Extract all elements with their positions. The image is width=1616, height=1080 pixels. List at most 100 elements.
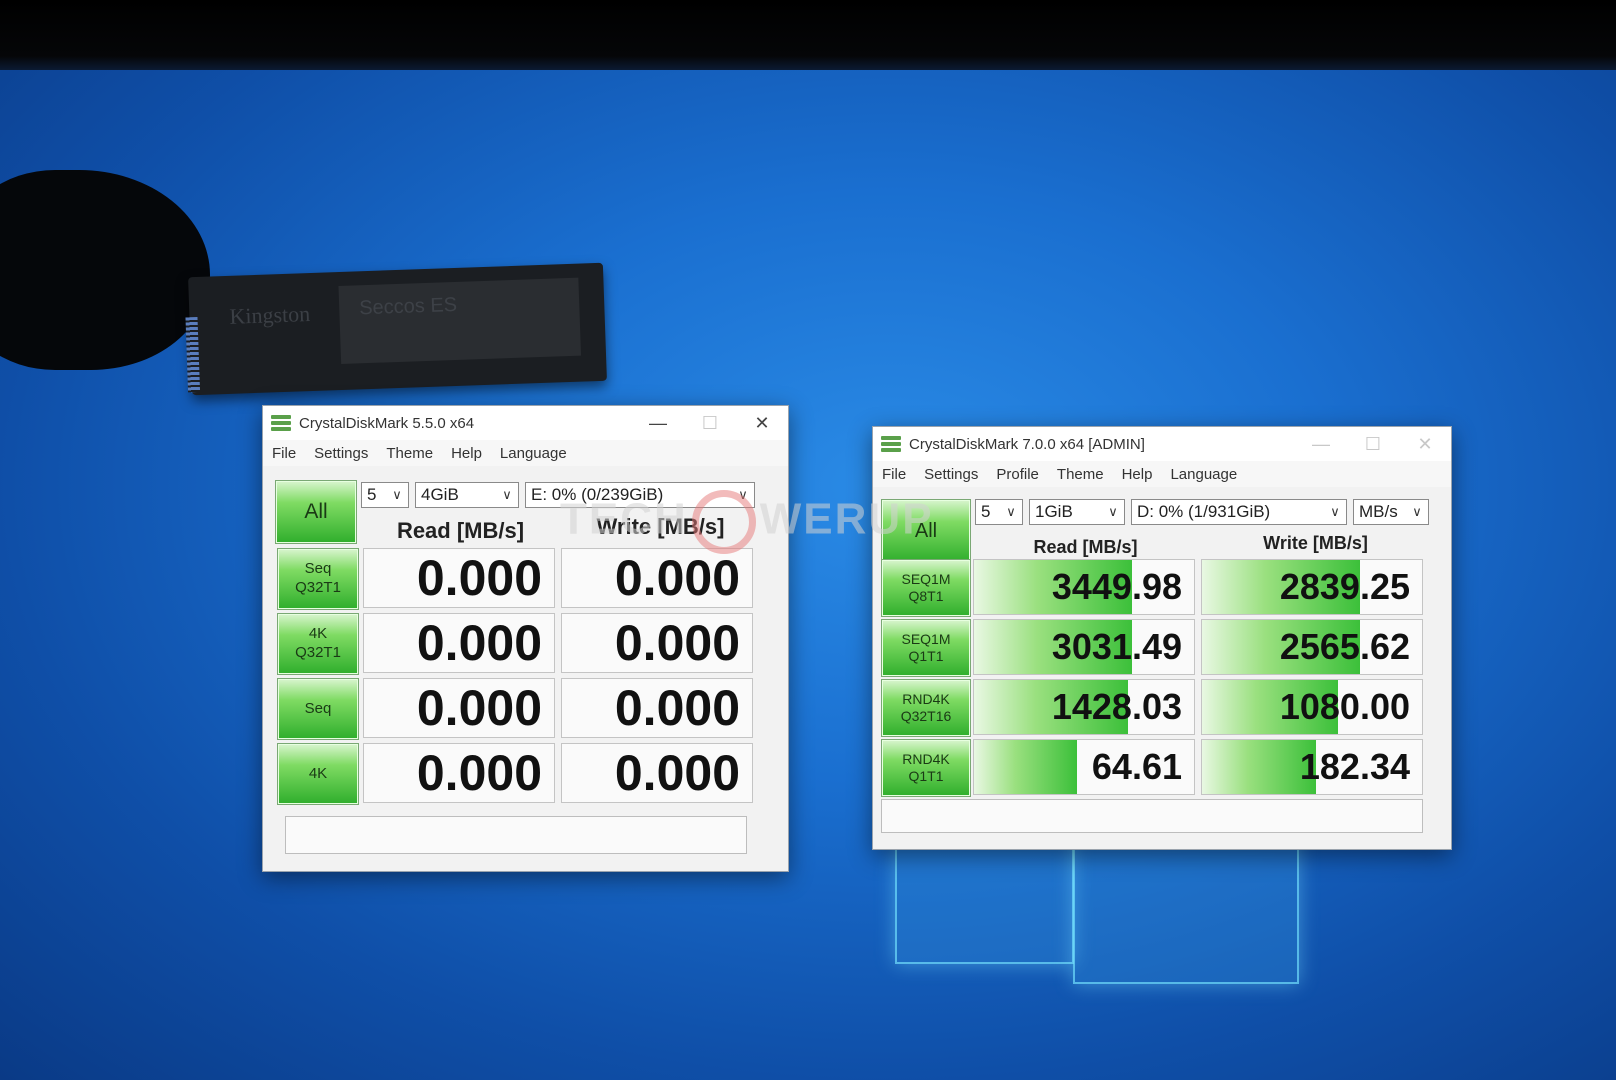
menu-help[interactable]: Help [1113, 466, 1162, 483]
write-value: 0.000 [614, 550, 740, 606]
write-value: 2565.62 [1279, 626, 1410, 667]
title-bar[interactable]: CrystalDiskMark 7.0.0 x64 [ADMIN] — ☐ ✕ [873, 427, 1451, 461]
test-count-select[interactable]: 5 ∨ [361, 482, 409, 508]
chevron-down-icon: ∨ [738, 487, 748, 502]
write-result-cell: 182.34 [1201, 739, 1423, 795]
write-result-cell: 1080.00 [1201, 679, 1423, 735]
test-count-select[interactable]: 5 ∨ [975, 499, 1023, 525]
test-button-0[interactable]: Seq Q32T1 [277, 548, 359, 610]
unit-select[interactable]: MB/s ∨ [1353, 499, 1429, 525]
read-result-cell: 64.61 [973, 739, 1195, 795]
test-sublabel: Q8T1 [908, 588, 944, 604]
app-icon [881, 436, 901, 452]
menu-language[interactable]: Language [491, 445, 576, 462]
monitor-bezel [0, 0, 1616, 70]
all-button[interactable]: All [275, 480, 357, 544]
test-label: RND4K [902, 750, 950, 767]
test-button-1[interactable]: SEQ1M Q1T1 [881, 619, 971, 677]
menu-bar: File Settings Profile Theme Help Languag… [873, 461, 1451, 487]
crystaldiskmark-7-window: CrystalDiskMark 7.0.0 x64 [ADMIN] — ☐ ✕ … [872, 426, 1452, 850]
chevron-down-icon: ∨ [1412, 504, 1422, 519]
write-result-cell: 0.000 [561, 743, 753, 803]
test-label: Seq [304, 560, 332, 578]
write-value: 0.000 [614, 745, 740, 801]
title-bar[interactable]: CrystalDiskMark 5.5.0 x64 — ☐ ✕ [263, 406, 788, 440]
ssd-photo: Kingston Seccos ES [185, 262, 607, 396]
crystaldiskmark-5-window: CrystalDiskMark 5.5.0 x64 — ☐ ✕ File Set… [262, 405, 789, 872]
write-value: 2839.25 [1279, 566, 1410, 607]
close-icon[interactable]: ✕ [736, 406, 788, 440]
test-sublabel: Q32T1 [295, 579, 341, 596]
test-sublabel: Q32T16 [900, 708, 952, 724]
window-title: CrystalDiskMark 7.0.0 x64 [ADMIN] [909, 435, 1145, 453]
write-value: 0.000 [614, 615, 740, 671]
write-header: Write [MB/s] [1263, 533, 1368, 553]
read-header: Read [MB/s] [1033, 537, 1138, 557]
read-result-cell: 3031.49 [973, 619, 1195, 675]
chevron-down-icon: ∨ [1330, 504, 1340, 519]
read-result-cell: 0.000 [363, 613, 555, 673]
test-label: SEQ1M [901, 570, 951, 587]
test-button-0[interactable]: SEQ1M Q8T1 [881, 559, 971, 617]
menu-profile[interactable]: Profile [987, 466, 1048, 483]
test-button-2[interactable]: Seq [277, 678, 359, 740]
minimize-icon[interactable]: — [1295, 427, 1347, 461]
read-result-cell: 3449.98 [973, 559, 1195, 615]
write-result-cell: 0.000 [561, 613, 753, 673]
chevron-down-icon: ∨ [1006, 504, 1016, 519]
status-bar [285, 816, 747, 854]
read-value: 0.000 [416, 680, 542, 736]
all-button[interactable]: All [881, 499, 971, 563]
test-label: SEQ1M [901, 630, 951, 647]
read-result-cell: 1428.03 [973, 679, 1195, 735]
read-result-cell: 0.000 [363, 743, 555, 803]
test-sublabel: Q32T1 [295, 644, 341, 661]
menu-help[interactable]: Help [442, 445, 491, 462]
read-value: 0.000 [416, 615, 542, 671]
read-value: 3031.49 [1051, 626, 1182, 667]
test-size-select[interactable]: 1GiB ∨ [1029, 499, 1125, 525]
maximize-icon[interactable]: ☐ [1347, 427, 1399, 461]
write-result-cell: 2839.25 [1201, 559, 1423, 615]
read-value: 0.000 [416, 745, 542, 801]
menu-file[interactable]: File [263, 445, 305, 462]
read-value: 64.61 [1091, 746, 1182, 787]
test-label: 4K [308, 625, 328, 643]
drive-select[interactable]: D: 0% (1/931GiB) ∨ [1131, 499, 1347, 525]
read-value: 0.000 [416, 550, 542, 606]
test-label: 4K [308, 764, 328, 782]
ssd-label: Seccos ES [358, 293, 458, 320]
write-value: 182.34 [1299, 746, 1410, 787]
read-progress-bar [974, 740, 1078, 794]
minimize-icon[interactable]: — [632, 406, 684, 440]
chevron-down-icon: ∨ [1108, 504, 1118, 519]
drive-select[interactable]: E: 0% (0/239GiB) ∨ [525, 482, 755, 508]
read-value: 3449.98 [1051, 566, 1182, 607]
menu-theme[interactable]: Theme [377, 445, 442, 462]
write-value: 1080.00 [1279, 686, 1410, 727]
test-button-3[interactable]: 4K [277, 743, 359, 805]
read-value: 1428.03 [1051, 686, 1182, 727]
menu-theme[interactable]: Theme [1048, 466, 1113, 483]
test-button-1[interactable]: 4K Q32T1 [277, 613, 359, 675]
menu-language[interactable]: Language [1161, 466, 1246, 483]
write-result-cell: 0.000 [561, 678, 753, 738]
maximize-icon[interactable]: ☐ [684, 406, 736, 440]
close-icon[interactable]: ✕ [1399, 427, 1451, 461]
read-result-cell: 0.000 [363, 678, 555, 738]
write-result-cell: 2565.62 [1201, 619, 1423, 675]
menu-settings[interactable]: Settings [305, 445, 377, 462]
test-label: RND4K [902, 690, 950, 707]
read-result-cell: 0.000 [363, 548, 555, 608]
windows-logo [895, 832, 1300, 1000]
test-size-select[interactable]: 4GiB ∨ [415, 482, 519, 508]
test-button-2[interactable]: RND4K Q32T16 [881, 679, 971, 737]
write-header: Write [MB/s] [596, 514, 725, 539]
menu-file[interactable]: File [873, 466, 915, 483]
app-icon [271, 415, 291, 431]
write-result-cell: 0.000 [561, 548, 753, 608]
menu-settings[interactable]: Settings [915, 466, 987, 483]
status-bar [881, 799, 1423, 833]
test-button-3[interactable]: RND4K Q1T1 [881, 739, 971, 797]
read-header: Read [MB/s] [396, 518, 525, 543]
